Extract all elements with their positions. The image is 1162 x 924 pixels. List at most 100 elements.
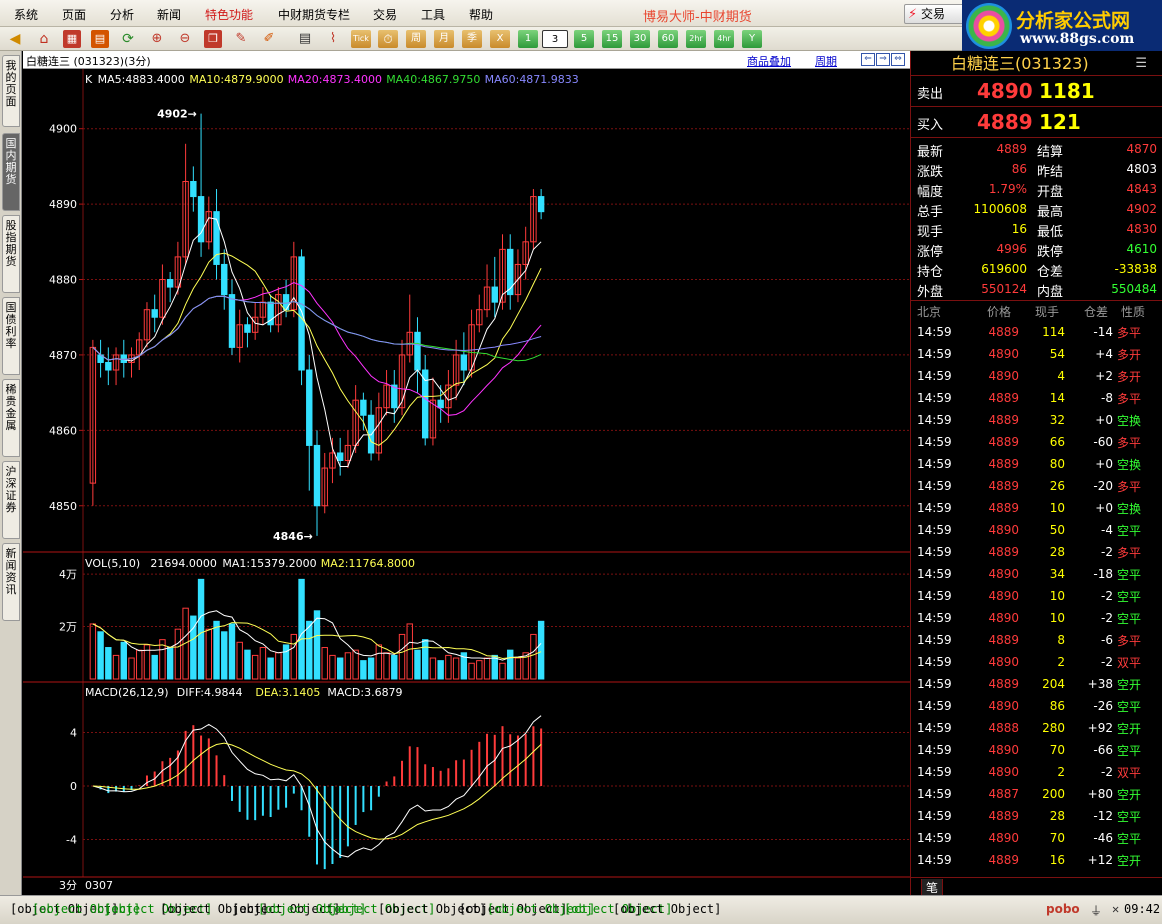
zoom-in-icon[interactable]: ⊕ [148, 30, 166, 48]
period-3-button[interactable]: 3 [542, 30, 568, 48]
price-tick-label: 4900 [49, 123, 77, 136]
nav-left-icon[interactable]: ⇐ [861, 53, 875, 66]
volume-bar [166, 647, 174, 680]
menu-features[interactable]: 特色功能 [205, 6, 253, 23]
period-y-button[interactable]: Y [742, 30, 762, 48]
period-5-button[interactable]: 5 [574, 30, 594, 48]
volume-bar [452, 657, 460, 680]
tick-row: 14:59 4890 10 -2 空平 [917, 611, 1142, 626]
menu-trade[interactable]: 交易 [373, 6, 397, 23]
home-icon[interactable]: ⌂ [35, 30, 53, 48]
volume-bar [228, 623, 236, 680]
period-1-button[interactable]: 1 [518, 30, 538, 48]
volume-bar [97, 631, 104, 680]
period-4hr-button[interactable]: 4hr [714, 30, 734, 48]
menu-analysis[interactable]: 分析 [110, 6, 134, 23]
volume-bar [360, 660, 367, 680]
volume-bar [406, 623, 413, 680]
quote-row: 最新 4889 结算 4870 [917, 142, 1157, 160]
table-icon[interactable]: ▤ [296, 30, 314, 48]
window-icon[interactable]: ❐ [204, 30, 222, 48]
quote-row: 涨停 4996 跌停 4610 [917, 242, 1157, 260]
lightning-icon: ⚡ [908, 7, 918, 22]
tick-row: 14:59 4889 114 -14 多平 [917, 325, 1142, 340]
tab-stocks[interactable]: 沪深证券 [2, 461, 20, 539]
refresh-icon[interactable]: ⟳ [119, 30, 137, 48]
tab-domestic-futures[interactable]: 国内期货 [2, 133, 20, 211]
buy-price: 4889 [977, 110, 1033, 134]
volume-bar [213, 620, 220, 680]
back-icon[interactable]: ◀ [6, 30, 24, 48]
tick-button[interactable]: Tick [351, 30, 371, 48]
quote-row: 持仓 619600 仓差 -33838 [917, 262, 1157, 280]
kline-chart[interactable]: 4900 4890 4880 4870 4860 4850 K MA5:4883.4000 MA… [23, 51, 910, 895]
volume-bar [329, 654, 336, 680]
period-60-button[interactable]: 60 [658, 30, 678, 48]
volume-bar [89, 623, 97, 680]
draw-icon[interactable]: ✐ [260, 30, 278, 48]
volume-bar [197, 578, 205, 680]
board-icon[interactable]: ▤ [91, 30, 109, 48]
trade-button[interactable]: ⚡ 交易 [904, 4, 966, 24]
volume-bar [290, 633, 298, 680]
overlay-link[interactable]: 商品叠加 [747, 53, 791, 69]
volume-bar [120, 641, 127, 680]
volume-bar [306, 620, 313, 680]
menu-page[interactable]: 页面 [62, 6, 86, 23]
tick-row: 14:59 4889 204 +38 空开 [917, 677, 1142, 692]
minute-chart-icon[interactable]: ⏱ [378, 30, 398, 48]
volume-bar [336, 657, 344, 680]
volume-bar [429, 657, 437, 680]
volume-bar [136, 649, 143, 680]
tick-row: 14:59 4888 280 +92 空开 [917, 721, 1142, 736]
period-quarter-button[interactable]: 季 [462, 30, 482, 48]
quote-icon[interactable]: ▦ [63, 30, 81, 48]
ma-legend-item: MA60:4871.9833 [485, 73, 579, 86]
volume-bar [468, 662, 475, 680]
nav-right-icon[interactable]: ⇒ [876, 53, 890, 66]
settings-icon[interactable]: ✕ [1112, 902, 1119, 916]
price-tick-label: 4890 [49, 198, 77, 211]
menu-news[interactable]: 新闻 [157, 6, 181, 23]
tab-my-page[interactable]: 我的页面 [2, 55, 20, 127]
quote-row: 外盘 550124 内盘 550484 [917, 282, 1157, 300]
tick-row: 14:59 4890 2 -2 双平 [917, 655, 1142, 670]
period-2hr-button[interactable]: 2hr [686, 30, 706, 48]
menu-column[interactable]: 中财期货专栏 [278, 6, 350, 23]
menu-tools[interactable]: 工具 [421, 6, 445, 23]
volume-bar [514, 657, 522, 680]
tab-news[interactable]: 新闻资讯 [2, 543, 20, 621]
vol-legend-item: 21694.0000 [150, 557, 216, 570]
volume-bar [275, 652, 282, 680]
volume-bar [344, 652, 352, 680]
menu-help[interactable]: 帮助 [469, 6, 493, 23]
period-x-button[interactable]: X [490, 30, 510, 48]
pen-icon[interactable]: ✎ [232, 30, 250, 48]
tick-row: 14:59 4890 34 -18 空平 [917, 567, 1142, 582]
volume-bar [151, 654, 158, 680]
period-30-button[interactable]: 30 [630, 30, 650, 48]
period-link[interactable]: 周期 [815, 53, 837, 69]
volume-bar [267, 657, 274, 680]
vol-legend-item: MA2:11764.8000 [321, 557, 415, 570]
tab-precious-metals[interactable]: 稀贵金属 [2, 379, 20, 457]
period-15-button[interactable]: 15 [602, 30, 622, 48]
tick-row: 14:59 4889 16 +12 空开 [917, 853, 1142, 868]
status-bar: [object Object] [object Object] [object … [0, 895, 1162, 924]
footer-period: 3分 [59, 879, 77, 892]
menu-icon[interactable]: ☰ [1135, 51, 1147, 76]
tick-row: 14:59 4890 54 +4 多开 [917, 347, 1142, 362]
tick-row: 14:59 4890 50 -4 空平 [917, 523, 1142, 538]
tab-bond-rates[interactable]: 国债利率 [2, 297, 20, 375]
candle-body [244, 324, 251, 333]
volume-bar [128, 657, 135, 680]
period-week-button[interactable]: 周 [406, 30, 426, 48]
quote-title: 白糖连三(031323) ☰ [911, 51, 1162, 76]
menu-system[interactable]: 系统 [14, 6, 38, 23]
zoom-out-icon[interactable]: ⊖ [176, 30, 194, 48]
period-month-button[interactable]: 月 [434, 30, 454, 48]
tab-index-futures[interactable]: 股指期货 [2, 215, 20, 293]
chart-area[interactable]: 4900 4890 4880 4870 4860 4850 K MA5:4883.4000 MA… [23, 51, 910, 895]
nav-expand-icon[interactable]: ⇔ [891, 53, 905, 66]
line-chart-icon[interactable]: ⌇ [324, 30, 342, 48]
